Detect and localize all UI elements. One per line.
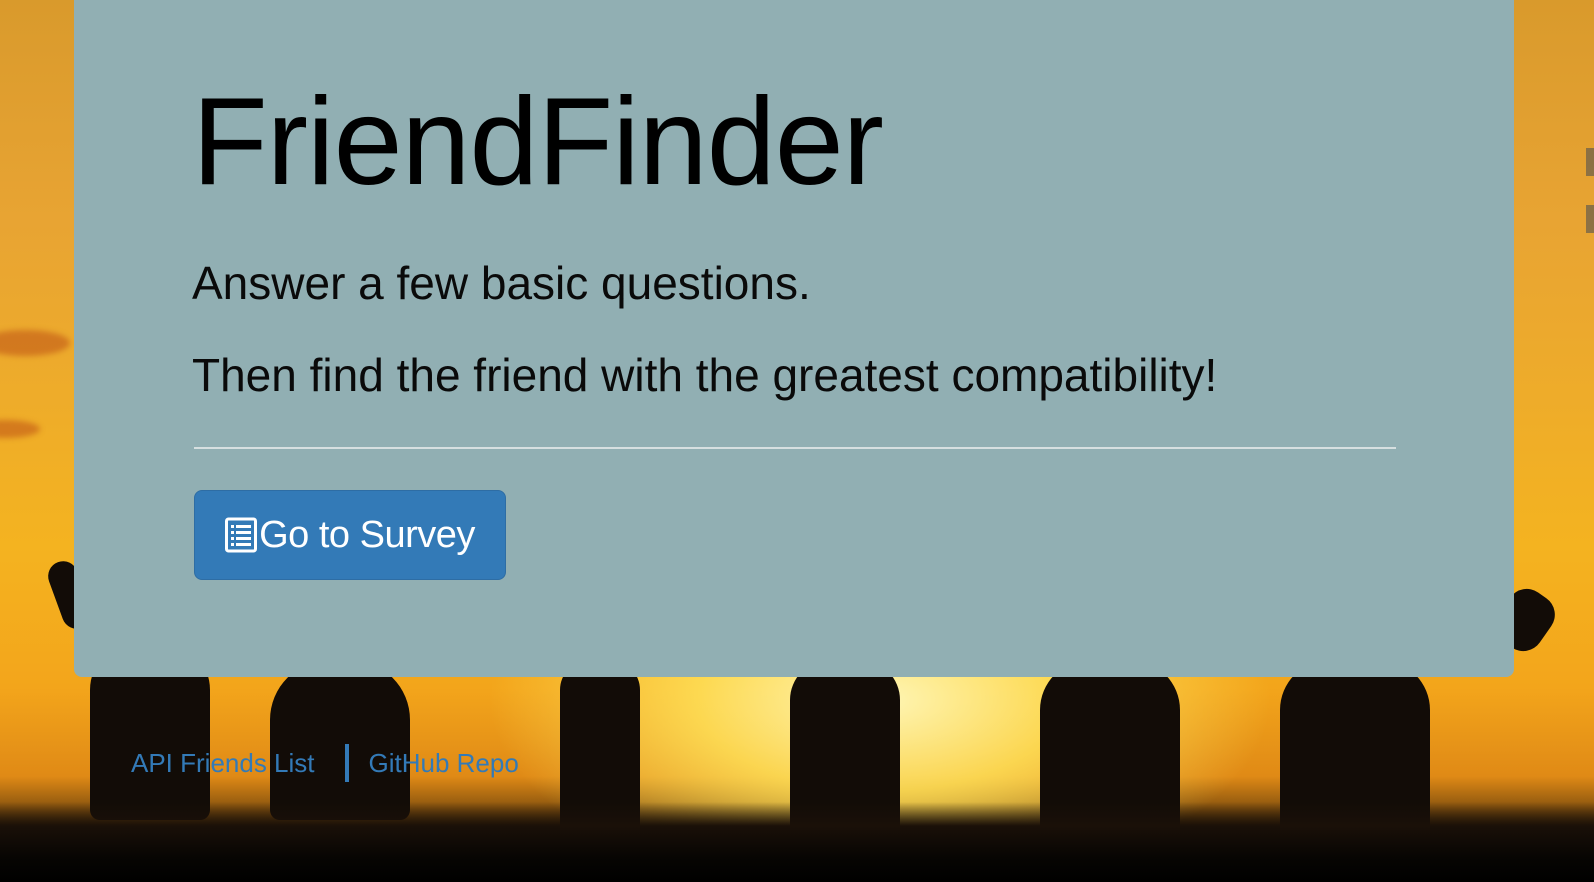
api-friends-list-link[interactable]: API Friends List xyxy=(131,748,315,779)
edge-glyph xyxy=(1586,148,1594,176)
footer-links: API Friends List GitHub Repo xyxy=(131,743,519,783)
page: FriendFinder Answer a few basic question… xyxy=(0,0,1594,882)
lead-text-questions: Answer a few basic questions. xyxy=(192,257,811,309)
list-alt-icon xyxy=(225,516,258,554)
go-to-survey-label: Go to Survey xyxy=(259,513,475,556)
edge-glyph xyxy=(1586,205,1594,233)
divider xyxy=(194,447,1396,449)
cloud xyxy=(0,330,70,356)
page-title: FriendFinder xyxy=(192,73,884,211)
jumbotron: FriendFinder Answer a few basic question… xyxy=(74,0,1514,677)
footer-separator xyxy=(344,744,349,782)
go-to-survey-button[interactable]: Go to Survey xyxy=(194,490,506,580)
cloud xyxy=(0,420,40,438)
grass xyxy=(0,802,1594,882)
lead-text-compatibility: Then find the friend with the greatest c… xyxy=(192,349,1218,401)
silhouette-figure xyxy=(270,660,410,820)
github-repo-link[interactable]: GitHub Repo xyxy=(369,748,519,779)
